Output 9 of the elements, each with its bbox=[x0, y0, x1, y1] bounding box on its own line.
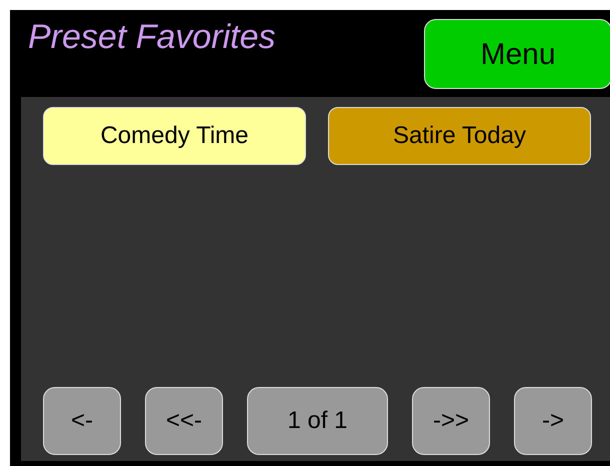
preset-button[interactable]: Comedy Time bbox=[43, 107, 306, 165]
first-page-button[interactable]: <- bbox=[43, 387, 121, 455]
next-page-button[interactable]: ->> bbox=[412, 387, 490, 455]
page-title: Preset Favorites bbox=[28, 17, 276, 58]
page-indicator: 1 of 1 bbox=[247, 387, 388, 455]
last-page-button[interactable]: -> bbox=[514, 387, 592, 455]
previous-page-button[interactable]: <<- bbox=[145, 387, 223, 455]
preset-button[interactable]: Satire Today bbox=[328, 107, 591, 165]
menu-button[interactable]: Menu bbox=[424, 19, 610, 89]
